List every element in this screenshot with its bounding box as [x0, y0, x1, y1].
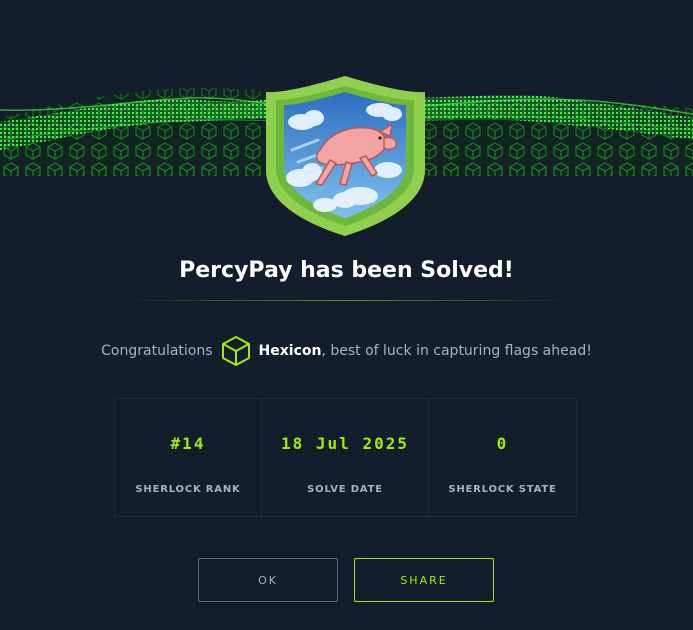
title-divider — [118, 300, 575, 301]
congratulations-message: Congratulations Hexicon , best of luck i… — [0, 333, 693, 369]
stat-value: 18 Jul 2025 — [281, 434, 409, 453]
banner-background — [0, 76, 693, 236]
flying-pig-shield-icon — [266, 76, 425, 236]
stat-label: SOLVE DATE — [307, 484, 383, 495]
username: Hexicon — [258, 343, 322, 359]
stats-panel: #14 SHERLOCK RANK 18 Jul 2025 SOLVE DATE… — [114, 398, 577, 517]
congrats-prefix: Congratulations — [101, 343, 213, 359]
stat-value: 0 — [496, 434, 509, 453]
cube-icon — [221, 335, 251, 367]
solved-title: PercyPay has been Solved! — [179, 258, 514, 283]
stat-solve-date: 18 Jul 2025 SOLVE DATE — [261, 399, 428, 516]
stat-label: SHERLOCK STATE — [448, 484, 557, 495]
stat-value: #14 — [170, 434, 206, 453]
stat-sherlock-rank: #14 SHERLOCK RANK — [115, 399, 261, 516]
ok-button[interactable]: OK — [198, 558, 338, 602]
congrats-suffix: , best of luck in capturing flags ahead! — [321, 343, 592, 359]
stat-label: SHERLOCK RANK — [135, 484, 241, 495]
stat-sherlock-state: 0 SHERLOCK STATE — [428, 399, 576, 516]
share-button[interactable]: SHARE — [354, 558, 494, 602]
